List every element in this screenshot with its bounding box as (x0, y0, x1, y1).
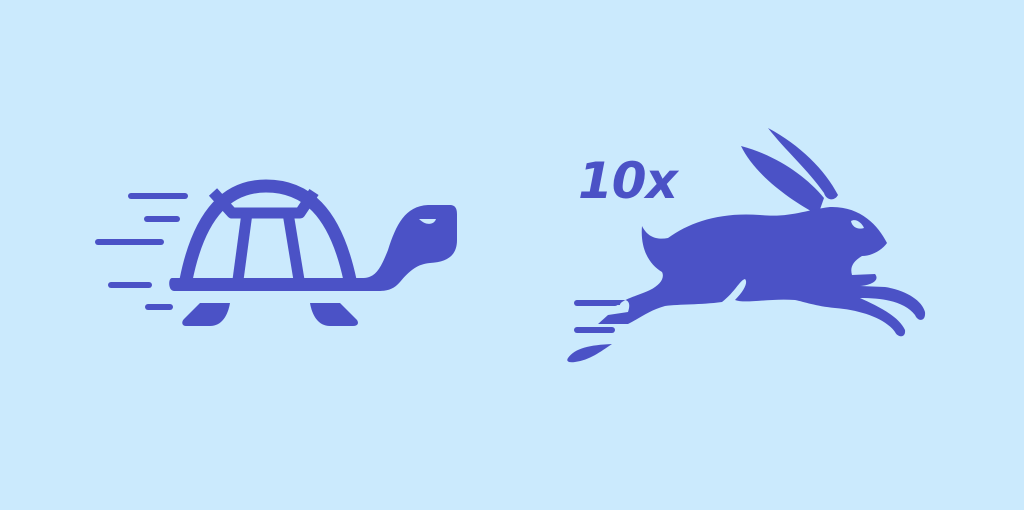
turtle-front-leg (182, 303, 230, 326)
speed-multiplier-label: 10x (578, 152, 678, 210)
rabbit-hind-foot (567, 344, 612, 363)
illustration-canvas (95, 128, 926, 363)
rabbit-body (575, 206, 926, 337)
turtle-back-leg (310, 303, 358, 326)
turtle-shell (179, 179, 357, 282)
turtle-icon (95, 179, 457, 326)
rabbit-ear-front (741, 146, 824, 215)
turtle-shell-pattern (208, 188, 319, 281)
